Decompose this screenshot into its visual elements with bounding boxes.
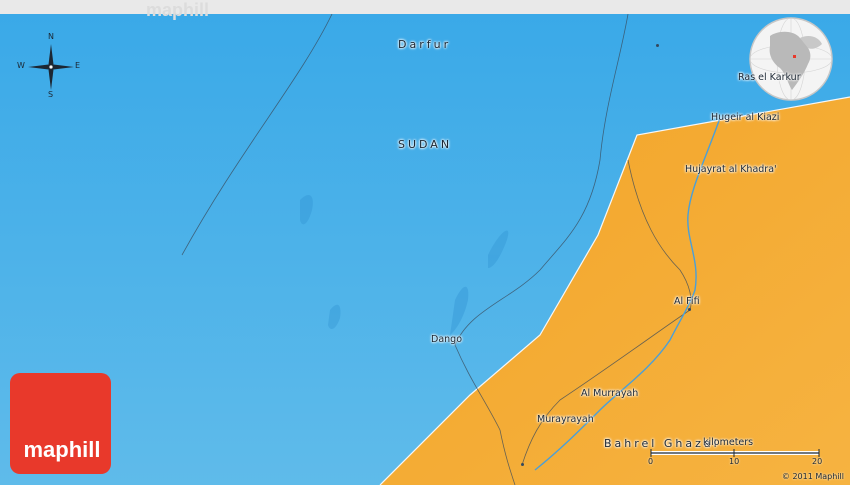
maphill-watermark: maphill [146, 0, 210, 20]
place-marker [521, 463, 524, 466]
place-label-al-murrayah: Al Murrayah [581, 388, 639, 399]
place-label-ras-el-karkur: Ras el Karkur [738, 72, 801, 83]
place-label-hugeir-al-kiazi: Hugeir al Kiazi [711, 112, 780, 123]
place-label-murayrayah: Murayrayah [537, 414, 594, 425]
compass-rose: N S E W [16, 32, 86, 102]
region-label-darfur: Darfur [398, 38, 452, 51]
compass-south-label: S [48, 90, 54, 99]
scale-tick-20: 20 [812, 457, 823, 466]
place-label-al-fifi: Al Fifi [674, 296, 700, 307]
copyright-text: © 2011 Maphill [781, 472, 844, 481]
region-label-sudan: SUDAN [398, 138, 453, 151]
place-label-dango: Dango [431, 334, 463, 345]
compass-north-label: N [48, 32, 54, 41]
maphill-logo-text[interactable]: maphill [12, 437, 112, 463]
place-marker [688, 308, 691, 311]
relief-map[interactable] [0, 14, 850, 485]
place-marker [656, 44, 659, 47]
scale-tick-0: 0 [648, 457, 654, 466]
locator-globe-icon [749, 17, 833, 101]
scale-tick-10: 10 [729, 457, 740, 466]
compass-west-label: W [17, 61, 25, 70]
place-label-hujayrat-al-khadra: Hujayrat al Khadra' [685, 164, 777, 175]
compass-east-label: E [75, 61, 81, 70]
